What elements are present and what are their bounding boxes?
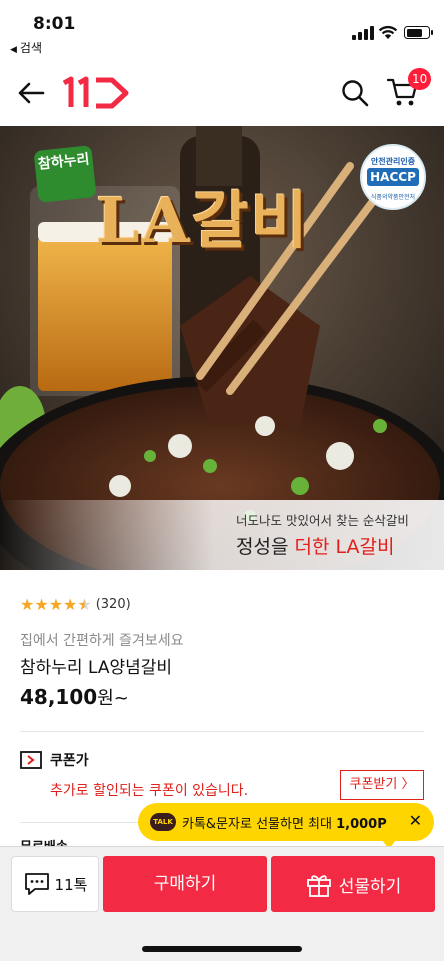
tooltip-amount: 1,000P [336, 816, 387, 832]
11talk-label: 11톡 [54, 875, 88, 894]
gift-promo-tooltip[interactable]: TALK 카톡&문자로 선물하면 최대 1,000P ✕ [138, 803, 434, 849]
haccp-top-label: 안전관리인증 [370, 157, 416, 166]
hero-copy-line2-a: 정성을 [236, 536, 295, 558]
coupon-icon [20, 751, 42, 769]
coupon-section-header: 쿠폰가 [20, 749, 89, 771]
hero-title: LA갈비 [96, 184, 310, 257]
status-bar: 8:01 ◀ 검색 [0, 0, 444, 60]
haccp-bottom-label: 식품의약품안전처 [370, 194, 416, 201]
11st-logo[interactable] [60, 74, 132, 112]
rating[interactable]: ★★★★★ (320) [20, 594, 131, 614]
star-rating-icon: ★★★★★ [20, 595, 92, 614]
kakaotalk-icon: TALK [150, 813, 176, 831]
gift-label: 선물하기 [338, 876, 402, 897]
11talk-button[interactable]: 11톡 [11, 856, 99, 912]
product-image[interactable]: 참하누리 LA갈비 안전관리인증 HACCP 식품의약품안전처 너도나도 맛있어… [0, 126, 444, 570]
app-header: 10 [0, 60, 444, 126]
get-coupon-label: 쿠폰받기 [349, 777, 398, 792]
full-stars: ★★★★ [20, 594, 78, 614]
product-price: 48,100원~ [20, 684, 129, 710]
chat-bubble-icon [24, 873, 49, 895]
cart-count-badge: 10 [408, 68, 432, 90]
back-to-app-label: 검색 [19, 41, 43, 55]
gift-button[interactable]: 선물하기 [271, 856, 435, 912]
tooltip-message: 카톡&문자로 선물하면 최대 [182, 816, 337, 832]
buy-button[interactable]: 구매하기 [103, 856, 267, 912]
divider [20, 731, 424, 732]
bottom-action-bar: 11톡 구매하기 선물하기 [0, 846, 444, 961]
coupon-description: 추가로 할인되는 쿠폰이 있습니다. [50, 783, 249, 799]
brand-badge: 참하누리 [33, 145, 97, 203]
wifi-icon [378, 25, 398, 39]
status-time: 8:01 [33, 14, 76, 34]
search-icon[interactable] [340, 78, 370, 108]
back-arrow-icon[interactable] [16, 78, 46, 108]
close-icon[interactable]: ✕ [409, 811, 422, 830]
coupon-title: 쿠폰가 [50, 753, 89, 769]
price-value: 48,100 [20, 685, 98, 709]
signal-icon [352, 26, 374, 40]
hero-copy-line2-b: 더한 LA갈비 [294, 536, 395, 558]
review-count: (320) [95, 596, 131, 612]
hero-copy-line1: 너도나도 맛있어서 찾는 순삭갈비 [236, 513, 409, 528]
back-to-app[interactable]: ◀ 검색 [10, 39, 42, 56]
tooltip-text: 카톡&문자로 선물하면 최대 1,000P [182, 813, 387, 832]
hero-copy-line2: 정성을 더한 LA갈비 [236, 532, 394, 559]
product-name: 참하누리 LA양념갈비 [20, 658, 173, 678]
battery-icon [404, 26, 433, 39]
haccp-badge: 안전관리인증 HACCP 식품의약품안전처 [360, 144, 426, 210]
home-indicator[interactable] [142, 946, 302, 952]
gift-icon [306, 875, 331, 897]
back-triangle-icon: ◀ [10, 45, 17, 55]
haccp-mark: HACCP [367, 168, 419, 186]
get-coupon-button[interactable]: 쿠폰받기 〉 [340, 770, 424, 800]
half-star-icon: ★ [77, 594, 92, 614]
price-unit: 원~ [97, 688, 129, 709]
product-subtitle: 집에서 간편하게 즐겨보세요 [20, 633, 184, 649]
chevron-right-icon: 〉 [401, 777, 415, 792]
